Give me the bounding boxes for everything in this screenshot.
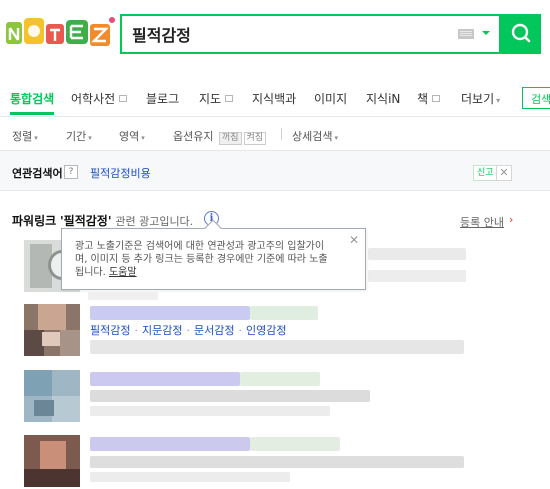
tab-map[interactable]: 지도 — [199, 90, 234, 107]
active-tab-indicator — [10, 112, 54, 115]
ad-sitelink[interactable]: 문서감정 — [194, 324, 234, 337]
blurred-ad-description — [368, 270, 466, 282]
search-input[interactable] — [132, 22, 452, 46]
option-label: 정렬 — [12, 130, 33, 143]
naver-logo[interactable] — [4, 14, 116, 52]
tab-encyclopedia[interactable]: 지식백과 — [252, 90, 296, 107]
search-tabs: 통합검색 어학사전 블로그 지도 지식백과 이미지 지식iN 책 더보기 ▾ 검색 — [0, 82, 550, 116]
help-icon[interactable]: ? — [64, 165, 78, 179]
search-options: 정렬 ▾ 기간 ▾ 영역 ▾ 옵션유지 꺼짐 켜짐 상세검색 ▾ — [0, 117, 550, 151]
report-button[interactable]: 신고 — [473, 165, 498, 181]
tab-label: 더보기 — [461, 92, 495, 106]
sort-dropdown[interactable]: 정렬 ▾ — [12, 128, 38, 144]
ad-sitelink[interactable]: 필적감정 — [90, 324, 130, 337]
blurred-ad-description — [90, 406, 330, 416]
ad-thumbnail[interactable] — [24, 435, 80, 487]
tab-label: 지도 — [199, 92, 222, 106]
ad-sitelink[interactable]: 인영감정 — [246, 324, 286, 337]
inner-search-button[interactable]: 검색 — [522, 87, 550, 109]
blurred-ad-description — [90, 456, 464, 468]
blurred-ad-url — [250, 306, 318, 320]
power-link-query: '필적감정' — [60, 214, 112, 228]
register-guide-link[interactable]: 등록 안내 — [460, 214, 504, 230]
chevron-down-icon: ▾ — [34, 134, 38, 142]
tab-kin[interactable]: 지식iN — [366, 90, 400, 107]
period-dropdown[interactable]: 기간 ▾ — [66, 128, 92, 144]
option-label: 기간 — [66, 130, 87, 143]
tab-label: 책 — [417, 92, 429, 106]
power-link-suffix: 관련 광고입니다. — [115, 215, 194, 228]
close-icon[interactable]: ✕ — [496, 165, 512, 181]
option-keep: 옵션유지 꺼짐 켜짐 — [173, 128, 267, 145]
ad-thumbnail[interactable] — [24, 370, 80, 422]
blurred-ad-title — [368, 248, 466, 260]
tab-label: 어학사전 — [71, 92, 116, 106]
chevron-down-icon: ▾ — [334, 134, 338, 142]
keyboard-icon[interactable] — [458, 29, 474, 39]
new-window-icon — [432, 95, 441, 102]
divider — [281, 128, 282, 140]
search-box — [120, 14, 501, 54]
blurred-ad-description — [90, 390, 370, 402]
power-link-title: 파워링크 '필적감정' 관련 광고입니다. — [12, 212, 193, 229]
ad-sitelinks: 필적감정 · 지문감정 · 문서감정 · 인영감정 — [90, 324, 287, 337]
blurred-ad-description — [90, 472, 290, 482]
option-keep-off[interactable]: 꺼짐 — [218, 132, 242, 145]
option-keep-on[interactable]: 켜짐 — [243, 132, 267, 145]
new-window-icon — [225, 95, 234, 102]
chevron-down-icon: ▾ — [141, 134, 145, 142]
tooltip-text: 광고 노출기준은 검색어에 대한 연관성과 광고주의 입찰가이며, 이미지 등 … — [75, 240, 335, 279]
tab-books[interactable]: 책 — [417, 90, 441, 107]
tab-blog[interactable]: 블로그 — [146, 90, 179, 107]
close-icon[interactable]: ✕ — [349, 233, 359, 247]
blurred-ad-url — [250, 437, 340, 451]
ad-sitelink[interactable]: 지문감정 — [142, 324, 182, 337]
option-label: 옵션유지 — [173, 130, 214, 143]
chevron-right-icon: › — [509, 213, 514, 226]
tab-integrated[interactable]: 통합검색 — [10, 90, 54, 107]
ad-info-tooltip: 광고 노출기준은 검색어에 대한 연관성과 광고주의 입찰가이며, 이미지 등 … — [61, 219, 366, 290]
header — [0, 0, 550, 72]
related-keyword-link[interactable]: 필적감정비용 — [90, 165, 151, 181]
detail-search-dropdown[interactable]: 상세검색 ▾ — [292, 128, 338, 144]
blurred-ad-title — [90, 437, 250, 451]
search-button[interactable] — [501, 14, 541, 54]
related-title: 연관검색어 — [12, 167, 63, 180]
chevron-down-icon: ▾ — [496, 96, 501, 105]
new-window-icon — [119, 95, 128, 102]
blurred-ad-url — [240, 372, 320, 386]
blurred-ad-text — [88, 292, 158, 300]
related-searches: 연관검색어 ? 필적감정비용 신고 ✕ — [0, 151, 550, 191]
tab-dictionary[interactable]: 어학사전 — [71, 90, 128, 107]
area-dropdown[interactable]: 영역 ▾ — [119, 128, 145, 144]
help-link[interactable]: 도움말 — [109, 267, 137, 278]
blurred-ad-title — [90, 306, 250, 320]
blurred-ad-title — [90, 372, 240, 386]
tab-more[interactable]: 더보기 ▾ — [461, 90, 500, 107]
search-icon — [501, 23, 541, 57]
option-label: 상세검색 — [292, 130, 333, 143]
power-link-prefix: 파워링크 — [12, 214, 57, 228]
tab-images[interactable]: 이미지 — [314, 90, 347, 107]
chevron-down-icon[interactable] — [480, 27, 492, 39]
blurred-ad-description — [90, 340, 464, 354]
ad-thumbnail[interactable] — [24, 304, 80, 356]
option-label: 영역 — [119, 130, 140, 143]
chevron-down-icon: ▾ — [88, 134, 92, 142]
